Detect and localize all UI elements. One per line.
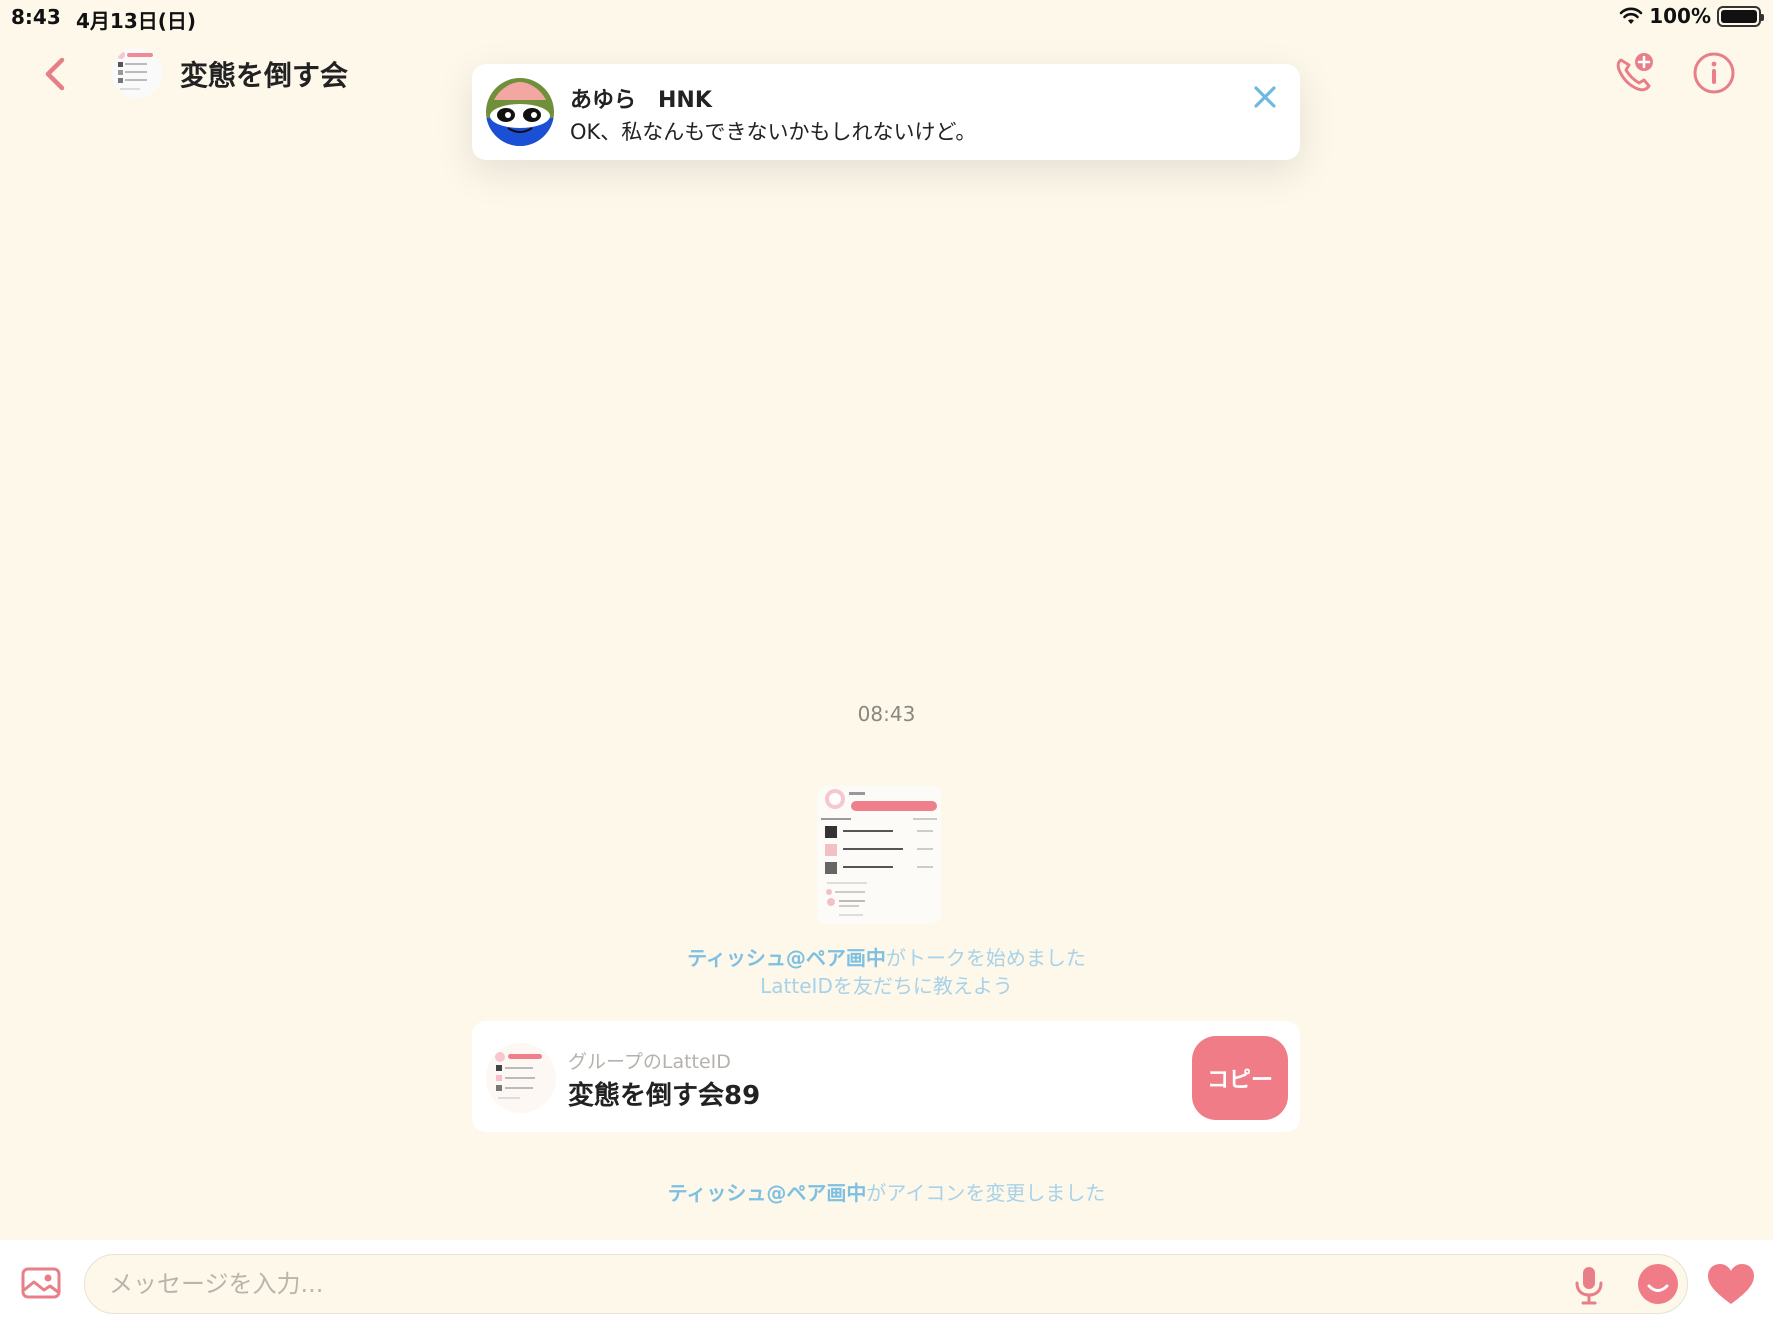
notification-message: OK、私なんもできないかもしれないけど。 bbox=[570, 120, 977, 144]
avatar-image bbox=[486, 78, 554, 146]
shared-image[interactable] bbox=[817, 786, 941, 924]
message-input[interactable] bbox=[84, 1254, 1688, 1314]
microphone-icon[interactable] bbox=[1572, 1264, 1606, 1306]
message-timestamp: 08:43 bbox=[857, 702, 916, 726]
notification-banner[interactable]: あゆら HNK OK、私なんもできないかもしれないけど。 bbox=[472, 64, 1300, 160]
sticker-icon[interactable] bbox=[1636, 1262, 1680, 1306]
wifi-icon bbox=[1619, 7, 1643, 24]
system-message-icon-changed: ティッシュ@ペア画中がアイコンを変更しました bbox=[0, 1177, 1773, 1206]
system-message-user[interactable]: ティッシュ@ペア画中 bbox=[687, 946, 886, 970]
notification-sender: あゆら HNK bbox=[570, 88, 712, 113]
sender-avatar bbox=[486, 78, 554, 146]
back-icon[interactable] bbox=[38, 54, 74, 94]
screenshot-thumbnail bbox=[817, 786, 941, 924]
system-message-hint: LatteIDを友だちに教えよう bbox=[0, 970, 1773, 999]
latte-id-label: グループのLatteID bbox=[568, 1051, 731, 1073]
battery-icon bbox=[1717, 5, 1764, 27]
heart-icon[interactable] bbox=[1706, 1262, 1756, 1306]
group-id-thumbnail bbox=[486, 1043, 556, 1113]
close-icon[interactable] bbox=[1250, 82, 1280, 112]
status-time: 8:43 bbox=[11, 5, 61, 29]
latte-id-card: グループのLatteID 変態を倒す会89 コピー bbox=[472, 1021, 1300, 1132]
info-icon[interactable] bbox=[1691, 50, 1737, 96]
latte-id-value: 変態を倒す会89 bbox=[568, 1081, 761, 1111]
group-thumbnail-image bbox=[112, 48, 162, 98]
group-icon[interactable] bbox=[112, 48, 162, 98]
battery-percent: 100% bbox=[1649, 4, 1711, 28]
group-id-image bbox=[486, 1043, 556, 1113]
page-title: 変態を倒す会 bbox=[180, 59, 349, 92]
add-call-icon[interactable] bbox=[1611, 50, 1657, 96]
system-message-user[interactable]: ティッシュ@ペア画中 bbox=[668, 1181, 867, 1205]
status-bar: 8:43 4月13日(日) 100% bbox=[0, 0, 1773, 34]
status-date: 4月13日(日) bbox=[76, 9, 197, 33]
system-message-subtext: LatteIDを友だちに教えよう bbox=[760, 974, 1013, 998]
system-message-text: がトークを始めました bbox=[885, 946, 1086, 970]
system-message-started: ティッシュ@ペア画中がトークを始めました bbox=[0, 942, 1773, 971]
status-indicators: 100% bbox=[1619, 4, 1764, 28]
system-message-text: がアイコンを変更しました bbox=[866, 1181, 1106, 1205]
message-compose-bar bbox=[0, 1240, 1773, 1329]
image-icon[interactable] bbox=[20, 1262, 62, 1304]
copy-button[interactable]: コピー bbox=[1192, 1036, 1288, 1120]
